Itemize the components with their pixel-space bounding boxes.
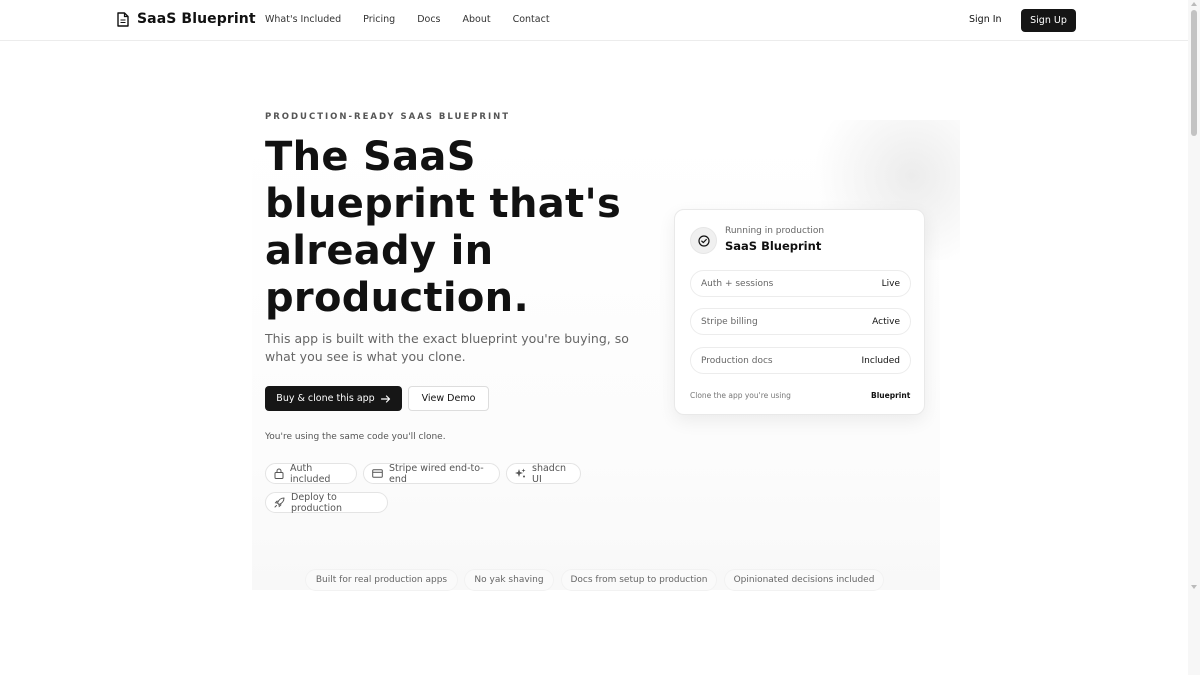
nav-link-whats-included[interactable]: What's Included — [265, 14, 341, 25]
page: SaaS Blueprint What's Included Pricing D… — [0, 0, 1200, 675]
lock-icon — [274, 468, 284, 479]
nav-link-docs[interactable]: Docs — [417, 14, 440, 25]
view-demo-button[interactable]: View Demo — [408, 386, 489, 411]
pill-label: Stripe wired end-to-end — [389, 462, 484, 485]
card-icon-wrap — [690, 227, 717, 254]
pill-auth-included: Auth included — [265, 462, 357, 485]
headline-line-2: blueprint that's — [265, 181, 622, 227]
feature-built-for-production: Built for real production apps — [305, 569, 458, 591]
headline-line-3: already in — [265, 228, 494, 274]
card-footer-label: Blueprint — [871, 391, 911, 400]
sparkles-icon — [515, 468, 526, 478]
nav-links: What's Included Pricing Docs About Conta… — [265, 14, 572, 25]
buy-clone-label: Buy & clone this app — [276, 393, 375, 404]
sign-up-button[interactable]: Sign Up — [1021, 9, 1076, 32]
pill-label: Auth included — [290, 462, 331, 485]
rocket-icon — [274, 497, 285, 508]
pill-stripe-wired: Stripe wired end-to-end — [363, 462, 500, 485]
brand-name: SaaS Blueprint — [137, 11, 256, 27]
hero-subtext: This app is built with the exact bluepri… — [265, 331, 629, 364]
feature-opinionated: Opinionated decisions included — [724, 569, 884, 591]
pill-deploy-production: Deploy to production — [265, 491, 388, 514]
hero-note: You're using the same code you'll clone. — [265, 432, 446, 442]
row-value: Active — [872, 316, 900, 327]
scroll-up-arrow-icon[interactable] — [1191, 2, 1197, 6]
page-scrollbar[interactable] — [1188, 0, 1200, 675]
headline-line-4: production. — [265, 275, 529, 321]
pill-shadcn-ui: shadcn UI — [506, 462, 581, 485]
scroll-thumb[interactable] — [1191, 10, 1197, 136]
credit-card-icon — [372, 469, 383, 478]
buy-clone-button[interactable]: Buy & clone this app — [265, 386, 402, 411]
row-label: Auth + sessions — [701, 278, 774, 289]
pill-label: Deploy to production — [291, 491, 343, 514]
feature-no-yak-shaving: No yak shaving — [464, 569, 554, 591]
card-footer-text: Clone the app you're using — [690, 391, 791, 400]
brand-logo[interactable]: SaaS Blueprint — [117, 11, 256, 27]
headline-line-1: The SaaS — [265, 134, 476, 180]
card-row-stripe: Stripe billing Active — [690, 308, 911, 335]
pill-label: shadcn UI — [532, 462, 567, 485]
card-eyebrow: Running in production — [725, 226, 825, 236]
card-title: SaaS Blueprint — [725, 239, 822, 253]
nav-link-pricing[interactable]: Pricing — [363, 14, 395, 25]
row-label: Stripe billing — [701, 316, 758, 327]
card-row-auth: Auth + sessions Live — [690, 270, 911, 297]
row-label: Production docs — [701, 355, 773, 366]
sign-in-link[interactable]: Sign In — [969, 14, 1002, 25]
hero-eyebrow: PRODUCTION-READY SAAS BLUEPRINT — [265, 112, 511, 122]
top-navbar: SaaS Blueprint What's Included Pricing D… — [0, 0, 1188, 41]
production-status-card: Running in production SaaS Blueprint Aut… — [674, 209, 925, 415]
row-value: Included — [861, 355, 900, 366]
hero-headline: The SaaS blueprint that's already in pro… — [265, 134, 685, 322]
feature-docs-setup: Docs from setup to production — [561, 569, 717, 591]
scroll-down-arrow-icon[interactable] — [1191, 585, 1197, 589]
arrow-right-icon — [380, 394, 390, 403]
document-icon — [117, 11, 129, 27]
nav-link-contact[interactable]: Contact — [513, 14, 550, 25]
card-row-docs: Production docs Included — [690, 347, 911, 374]
nav-link-about[interactable]: About — [463, 14, 491, 25]
row-value: Live — [881, 278, 900, 289]
check-circle-icon — [697, 234, 710, 247]
